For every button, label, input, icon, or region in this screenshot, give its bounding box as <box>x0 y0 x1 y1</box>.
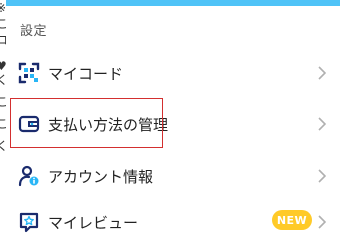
menu-item-label: アカウント情報 <box>48 167 154 186</box>
background-text-fragment: こ <box>0 118 6 130</box>
new-badge: NEW <box>272 210 312 230</box>
chevron-right-icon <box>316 168 328 184</box>
menu-item-payment-methods[interactable]: 支払い方法の管理 <box>8 100 340 148</box>
chevron-right-icon <box>316 65 328 81</box>
menu-item-account-info[interactable]: アカウント情報 <box>8 152 340 200</box>
background-text-fragment: ※ <box>0 2 6 14</box>
background-content-strip: ※ こ コ ♥ く こ こ く <box>0 0 6 240</box>
menu-item-my-code[interactable]: マイコード <box>8 49 340 97</box>
background-text-fragment: こ <box>0 96 6 108</box>
section-title-settings: 設定 <box>20 24 48 39</box>
menu-item-label: マイレビュー <box>48 213 139 232</box>
qr-code-icon <box>18 62 40 84</box>
background-text-fragment: コ <box>0 34 6 46</box>
settings-panel: 設定 マイコード 支払い方法の管理 アカウント情報 マイレビュー NEW <box>8 6 340 240</box>
menu-item-my-review[interactable]: マイレビュー NEW <box>8 198 340 240</box>
background-text-fragment: ♥ <box>0 59 6 73</box>
account-info-icon <box>18 165 40 187</box>
background-text-fragment: く <box>0 140 6 152</box>
chevron-right-icon <box>316 214 328 230</box>
wallet-icon <box>18 113 40 135</box>
background-text-fragment: こ <box>0 18 6 30</box>
review-star-icon <box>18 211 40 233</box>
settings-screen: ※ こ コ ♥ く こ こ く 設定 マイコード <box>0 0 340 240</box>
chevron-right-icon <box>316 116 328 132</box>
menu-item-label: 支払い方法の管理 <box>48 115 169 134</box>
background-text-fragment: く <box>0 74 6 86</box>
menu-item-label: マイコード <box>48 64 124 83</box>
